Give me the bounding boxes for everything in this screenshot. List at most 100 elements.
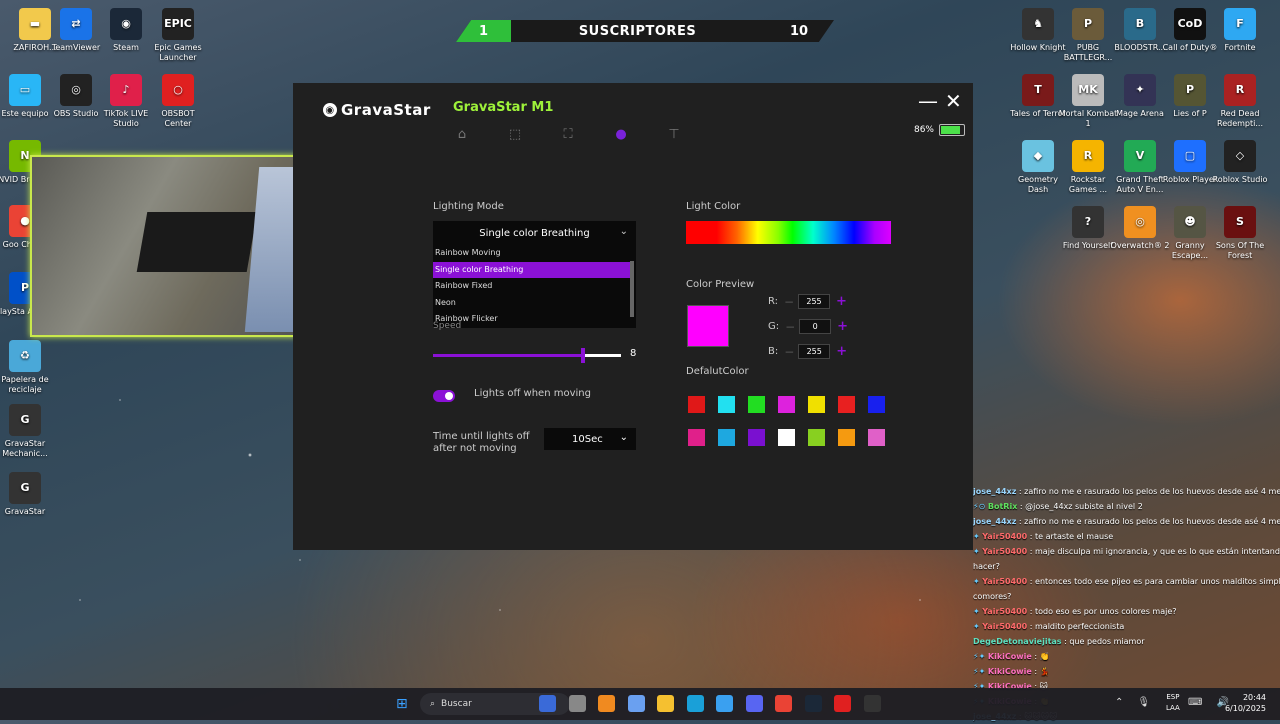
chat-text: que pedos miamor <box>1069 637 1145 646</box>
clock[interactable]: 20:44 6/10/2025 <box>1225 692 1266 714</box>
chat-username[interactable]: jose_44xz <box>973 487 1016 496</box>
chat-username[interactable]: KikiCowie <box>988 667 1032 676</box>
speed-value: 8 <box>630 348 637 359</box>
default-color-swatch[interactable] <box>808 429 825 446</box>
language-indicator[interactable]: ESP LAA <box>1166 692 1180 714</box>
crop-icon[interactable]: ⬚ <box>506 125 524 143</box>
network-icon[interactable]: ⊤ <box>665 125 683 143</box>
left-desktop-icon[interactable]: ◉ Steam <box>96 8 156 53</box>
default-color-swatch[interactable] <box>868 396 885 413</box>
chat-username[interactable]: jose_44xz <box>973 517 1016 526</box>
g-plus-button[interactable]: + <box>837 319 848 334</box>
lighting-option[interactable]: Rainbow Moving <box>433 245 630 262</box>
lights-off-moving-label: Lights off when moving <box>474 388 591 399</box>
default-color-swatch[interactable] <box>868 429 885 446</box>
right-desktop-icon[interactable]: R Red Dead Redempti... <box>1210 74 1270 129</box>
speed-slider-fill <box>433 354 584 357</box>
left-desktop-icon[interactable]: ♪ TikTok LIVE Studio <box>96 74 156 129</box>
left-desktop-icon-label: OBSBOT Center <box>161 109 195 128</box>
chat-username[interactable]: Yair50400 <box>982 532 1027 541</box>
default-color-swatch[interactable] <box>748 429 765 446</box>
cloud-icon[interactable] <box>598 695 615 712</box>
chat-username[interactable]: Yair50400 <box>982 577 1027 586</box>
chat-username[interactable]: KikiCowie <box>988 652 1032 661</box>
lighting-mode-dropdown[interactable]: Single color Breathing ⌄ <box>433 221 636 245</box>
windows-start-icon[interactable]: ⊞ <box>396 696 412 712</box>
right-desktop-icon[interactable]: R Rockstar Games ... <box>1058 140 1118 195</box>
game-icon[interactable] <box>539 695 556 712</box>
right-desktop-icon[interactable]: ? Find Yourself <box>1058 206 1118 251</box>
left-app-icon: EPIC <box>162 8 194 40</box>
explorer-icon[interactable] <box>657 695 674 712</box>
b-plus-button[interactable]: + <box>836 344 847 359</box>
files-icon[interactable] <box>568 695 586 712</box>
steam-taskbar-icon[interactable] <box>804 695 822 712</box>
default-color-swatch[interactable] <box>808 396 825 413</box>
chat-username[interactable]: Yair50400 <box>982 622 1027 631</box>
default-color-swatch[interactable] <box>718 429 735 446</box>
r-input[interactable]: 255 <box>798 294 831 309</box>
r-minus-button[interactable]: − <box>784 295 794 309</box>
obsbot-taskbar-icon[interactable] <box>834 695 851 712</box>
network-icon[interactable]: ⌨ <box>1188 697 1202 708</box>
default-color-swatch[interactable] <box>778 396 795 413</box>
lighting-option[interactable]: Single color Breathing <box>433 261 630 279</box>
left-desktop-icon[interactable]: G GravaStar <box>0 472 55 517</box>
speed-slider-thumb[interactable] <box>581 348 586 363</box>
r-plus-button[interactable]: + <box>836 294 847 309</box>
time-until-off-value: 10Sec <box>572 433 603 445</box>
minimize-button[interactable]: — <box>918 89 938 113</box>
lighting-option[interactable]: Rainbow Fixed <box>433 278 630 295</box>
discord-icon[interactable] <box>745 695 763 712</box>
default-color-swatch[interactable] <box>688 429 705 446</box>
chat-username[interactable]: Yair50400 <box>982 547 1027 556</box>
g-minus-button[interactable]: − <box>785 320 795 334</box>
chat-badge-icon: ✦ <box>973 577 983 586</box>
speed-slider[interactable] <box>433 348 621 363</box>
right-desktop-icon[interactable]: ◇ Roblox Studio <box>1210 140 1270 185</box>
chevron-up-icon[interactable]: ⌃ <box>1115 697 1123 708</box>
light-color-spectrum[interactable] <box>686 221 891 244</box>
r-label: R: <box>768 296 779 307</box>
lighting-option[interactable]: Rainbow Flicker <box>433 311 630 328</box>
lighting-icon[interactable]: ● <box>612 125 630 143</box>
g-input[interactable]: 0 <box>799 319 832 334</box>
left-desktop-icon[interactable]: ♻ Papelera de reciclaje <box>0 340 55 395</box>
right-desktop-icon[interactable]: S Sons Of The Forest <box>1210 206 1270 261</box>
b-minus-button[interactable]: − <box>784 345 794 359</box>
left-desktop-icon[interactable]: ○ OBSBOT Center <box>148 74 208 129</box>
chat-badge-icon: ✦ <box>973 532 983 541</box>
right-desktop-icon[interactable]: P PUBG BATTLEGR... <box>1058 8 1118 63</box>
default-color-swatch[interactable] <box>778 429 795 446</box>
default-color-swatch[interactable] <box>688 396 705 413</box>
left-desktop-icon[interactable]: EPIC Epic Games Launcher <box>148 8 208 63</box>
microphone-icon[interactable]: 🎙 <box>1137 697 1150 708</box>
chat-username[interactable]: Yair50400 <box>982 607 1027 616</box>
default-color-swatch[interactable] <box>748 396 765 413</box>
close-button[interactable]: ✕ <box>945 89 962 113</box>
list-scrollbar[interactable] <box>630 261 634 317</box>
chat-username[interactable]: BotRix <box>988 502 1017 511</box>
home-icon[interactable]: ⌂ <box>453 125 471 143</box>
right-desktop-icon[interactable]: MK Mortal Kombat 1 <box>1058 74 1118 129</box>
right-desktop-icon[interactable]: F Fortnite <box>1210 8 1270 53</box>
copilot-icon[interactable] <box>627 695 645 712</box>
lights-off-moving-toggle[interactable] <box>433 390 455 402</box>
default-color-swatch[interactable] <box>838 429 855 446</box>
chat-message: ✦ Yair50400 : te artaste el mause <box>973 529 1280 544</box>
default-color-swatch[interactable] <box>718 396 735 413</box>
chat-username[interactable]: DegeDetonaviejitas <box>973 637 1062 646</box>
default-color-swatch[interactable] <box>838 396 855 413</box>
brand-logo: ◉ GravaStar <box>323 101 431 119</box>
chat-message: jose_44xz : zafiro no me e rasurado los … <box>973 514 1280 529</box>
store-icon[interactable] <box>716 695 733 712</box>
b-input[interactable]: 255 <box>798 344 831 359</box>
lighting-option[interactable]: Neon <box>433 295 630 312</box>
gravastar-taskbar-icon[interactable] <box>863 695 881 712</box>
speed-label: Speed <box>433 321 462 331</box>
edge-icon[interactable] <box>686 695 704 712</box>
resize-icon[interactable]: ⛶ <box>559 125 577 143</box>
chrome-icon[interactable] <box>775 695 792 712</box>
time-until-off-select[interactable]: 10Sec ⌄ <box>544 428 636 450</box>
left-desktop-icon[interactable]: G GravaStar Mechanic... <box>0 404 55 459</box>
